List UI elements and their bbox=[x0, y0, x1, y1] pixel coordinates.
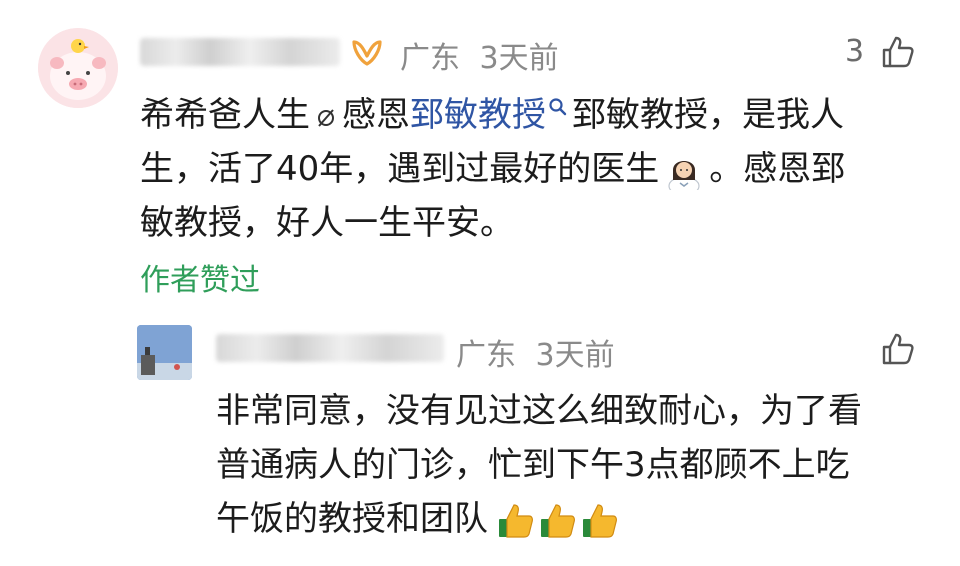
reply-meta: 广东 3天前 bbox=[456, 330, 615, 374]
comment-line-1: 希希爸人生 感恩郅敏教授 郅敏教授，是我人 bbox=[140, 95, 844, 135]
reply-body: 非常同意，没有见过这么细致耐心，为了看 普通病人的门诊，忙到下午3点都顾不上吃 … bbox=[216, 384, 936, 546]
time-ago: 3天前 bbox=[479, 41, 559, 76]
orange-ribbon-badge-icon bbox=[352, 40, 382, 66]
reply-avatar[interactable] bbox=[137, 325, 192, 380]
location: 广东 bbox=[400, 41, 460, 76]
comment-thread: 广东 3天前 3 希希爸人生 感恩郅敏教授 郅敏教授，是我人 生，活了40年，遇到过… bbox=[0, 0, 960, 566]
comment-meta: 广东 3天前 bbox=[400, 33, 559, 77]
reply-username-redacted[interactable] bbox=[216, 334, 444, 362]
comment-line-2: 生，活了40年，遇到过最好的医生 。感恩郅 bbox=[140, 142, 930, 196]
thumbs-up-outline-icon[interactable] bbox=[880, 34, 916, 70]
thumbs-up-emoji-icon bbox=[541, 503, 575, 538]
reply-avatar-photo-icon bbox=[137, 325, 192, 380]
username-redacted[interactable] bbox=[140, 38, 340, 66]
professor-link[interactable]: 郅敏教授 bbox=[410, 95, 546, 135]
comment-body: 希希爸人生 感恩郅敏教授 郅敏教授，是我人 生，活了40年，遇到过最好的医生 。感恩郅… bbox=[140, 88, 930, 250]
thumbs-up-emoji-icon bbox=[499, 503, 533, 538]
empty-set-icon bbox=[318, 108, 334, 127]
thumbs-up-outline-icon[interactable] bbox=[880, 331, 916, 367]
thumbs-up-emoji-icon bbox=[583, 503, 617, 538]
reply-line-1: 非常同意，没有见过这么细致耐心，为了看 bbox=[216, 391, 862, 431]
search-icon[interactable] bbox=[548, 97, 568, 119]
pig-avatar-icon bbox=[38, 28, 118, 108]
author-liked-label: 作者赞过 bbox=[140, 263, 260, 298]
woman-doctor-emoji-icon bbox=[668, 160, 700, 190]
reply-location: 广东 bbox=[456, 338, 516, 373]
reply-time-ago: 3天前 bbox=[535, 338, 615, 373]
like-count: 3 bbox=[845, 34, 865, 69]
avatar[interactable] bbox=[38, 28, 118, 108]
reply-line-3: 午饭的教授和团队 bbox=[216, 492, 936, 546]
comment-line-3: 敏教授，好人一生平安。 bbox=[140, 203, 514, 243]
reply-line-2: 普通病人的门诊，忙到下午3点都顾不上吃 bbox=[216, 445, 850, 485]
